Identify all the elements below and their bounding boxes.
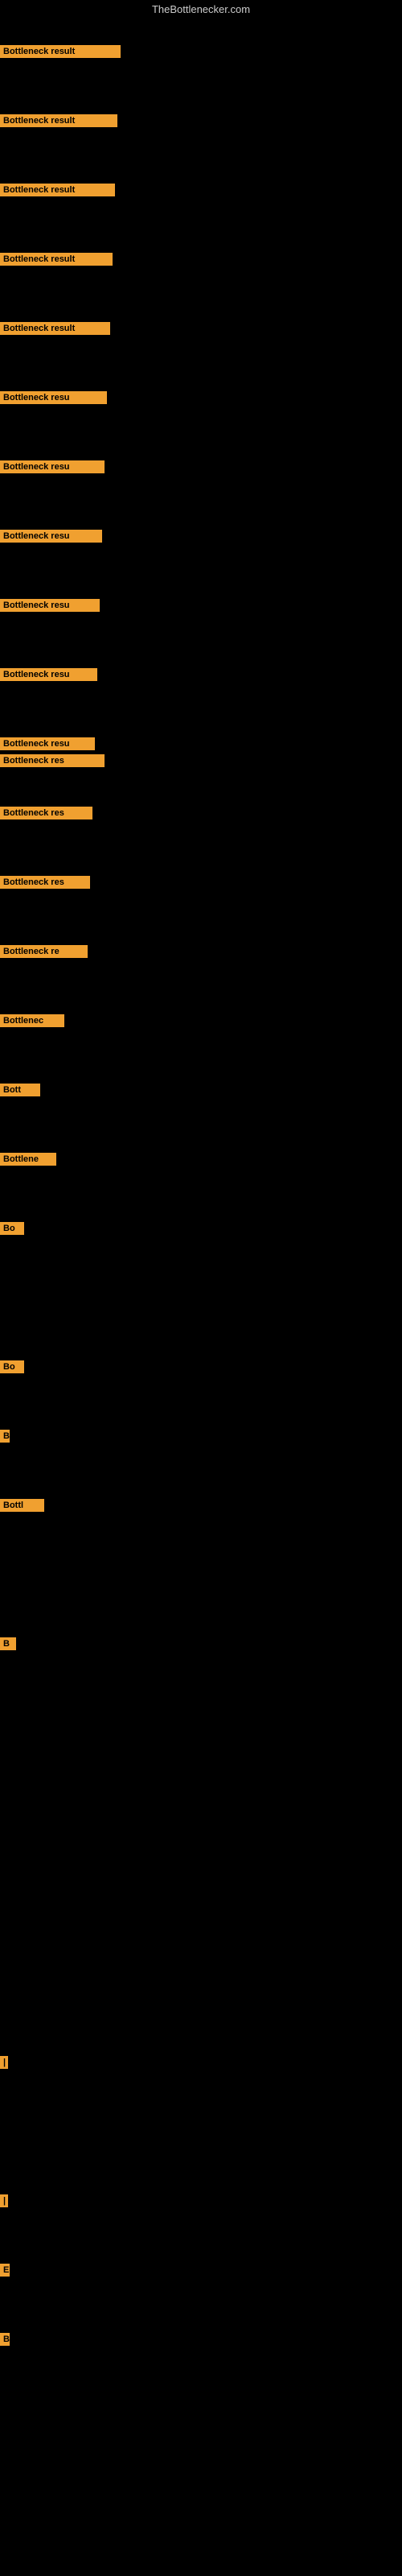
bottleneck-result-badge: Bottleneck result [0, 114, 117, 127]
bottleneck-result-badge: Bottleneck resu [0, 668, 97, 681]
bottleneck-result-badge: Bottlene [0, 1153, 56, 1166]
bottleneck-result-badge: Bottlenec [0, 1014, 64, 1027]
bottleneck-result-badge: Bottleneck resu [0, 530, 102, 543]
bottleneck-result-badge: Bottleneck res [0, 807, 92, 819]
bottleneck-result-badge: Bottleneck re [0, 945, 88, 958]
bottleneck-result-badge: Bottl [0, 1499, 44, 1512]
bottleneck-result-badge: Bottleneck resu [0, 460, 105, 473]
bottleneck-result-badge: E [0, 2264, 10, 2277]
bottleneck-result-badge: Bottleneck result [0, 45, 121, 58]
bottleneck-result-badge: Bott [0, 1084, 40, 1096]
bottleneck-result-badge: Bo [0, 1222, 24, 1235]
bottleneck-result-badge: Bottleneck result [0, 253, 113, 266]
bottleneck-result-badge: Bottleneck resu [0, 737, 95, 750]
bottleneck-result-badge: Bottleneck resu [0, 599, 100, 612]
bottleneck-result-badge: | [0, 2056, 8, 2069]
bottleneck-result-badge: Bottleneck res [0, 754, 105, 767]
bottleneck-result-badge: B [0, 2333, 10, 2346]
bottleneck-result-badge: Bo [0, 1360, 24, 1373]
bottleneck-result-badge: Bottleneck resu [0, 391, 107, 404]
bottleneck-result-badge: Bottleneck result [0, 184, 115, 196]
bottleneck-result-badge: B [0, 1430, 10, 1443]
bottleneck-result-badge: Bottleneck res [0, 876, 90, 889]
bottleneck-result-badge: B [0, 1637, 16, 1650]
bottleneck-result-badge: Bottleneck result [0, 322, 110, 335]
bottleneck-result-badge: | [0, 2194, 8, 2207]
